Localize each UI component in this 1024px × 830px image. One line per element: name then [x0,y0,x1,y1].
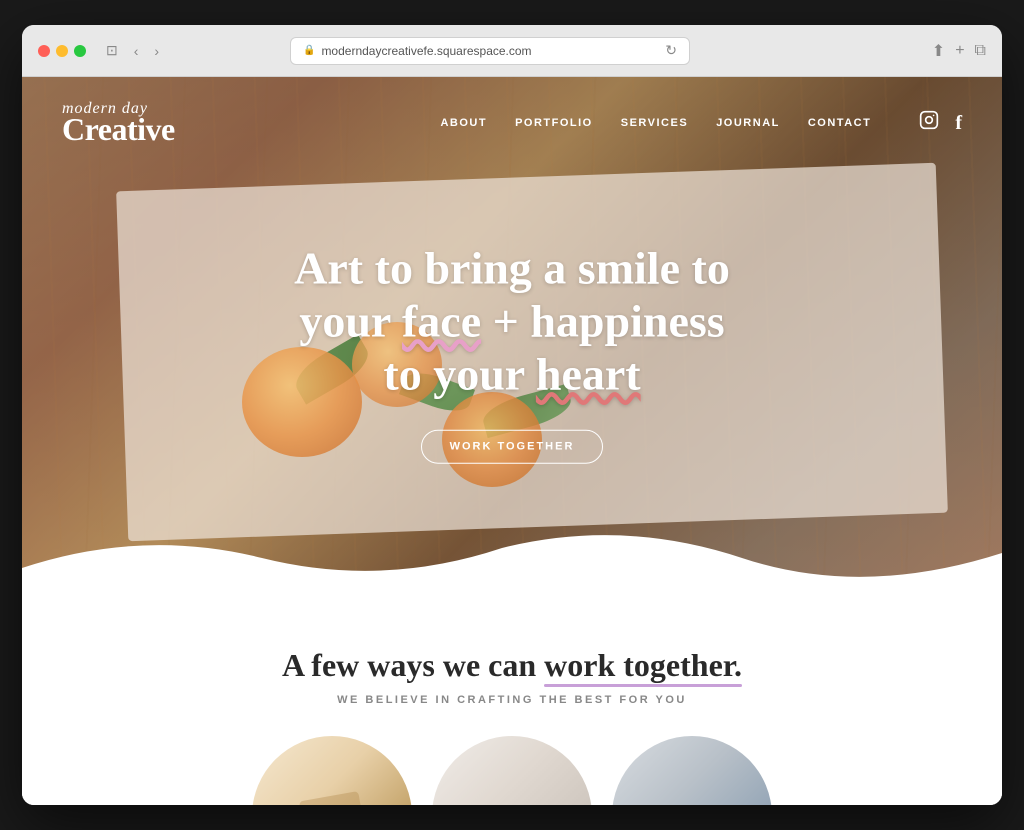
nav-social-links: f [919,110,962,136]
service-card-3[interactable] [612,736,772,805]
cta-button[interactable]: WORK TOGETHER [421,429,604,463]
back-button[interactable]: ‹ [130,40,143,61]
section-subtitle: WE BELIEVE IN CRAFTING THE BEST FOR YOU [62,694,962,706]
nav-item-portfolio[interactable]: PORTFOLIO [515,117,593,129]
browser-chrome: ⊡ ‹ › 🔒 moderndaycreativefe.squarespace.… [22,25,1002,77]
service-card-2[interactable] [432,736,592,805]
headline-heart: heart [536,348,641,399]
site-logo[interactable]: modern day Creative [62,101,175,145]
minimize-button[interactable] [56,45,68,57]
nav-item-journal[interactable]: JOURNAL [716,117,780,129]
forward-button[interactable]: › [150,40,163,61]
lock-icon: 🔒 [303,45,315,56]
site-navigation: modern day Creative ABOUT PORTFOLIO SERV… [22,77,1002,169]
facebook-icon[interactable]: f [955,112,962,135]
below-fold-section: A few ways we can work together. WE BELI… [22,607,1002,805]
service-card-1[interactable] [252,736,412,805]
headline-line2: your face + happiness [299,296,724,347]
hero-section: modern day Creative ABOUT PORTFOLIO SERV… [22,77,1002,607]
instagram-icon[interactable] [919,110,939,136]
section-title: A few ways we can work together. [62,647,962,684]
headline-face: face [402,296,481,347]
logo-main-text: Creative [62,113,175,145]
browser-actions: ⬆ + ⧉ [932,41,986,61]
traffic-lights [38,45,86,57]
wave-transition [22,528,1002,607]
browser-controls: ⊡ ‹ › [102,40,163,61]
headline-line3: to your heart [383,348,640,399]
cards-row [62,736,962,805]
maximize-button[interactable] [74,45,86,57]
hero-content: Art to bring a smile to your face + happ… [212,243,812,464]
hero-headline: Art to bring a smile to your face + happ… [212,243,812,402]
address-bar[interactable]: 🔒 moderndaycreativefe.squarespace.com ↻ [290,37,690,65]
nav-item-about[interactable]: ABOUT [440,117,487,129]
tabs-button[interactable]: ⧉ [975,41,986,61]
headline-line1: Art to bring a smile to [294,243,730,294]
reload-button[interactable]: ↻ [665,42,677,59]
browser-window: ⊡ ‹ › 🔒 moderndaycreativefe.squarespace.… [22,25,1002,805]
new-tab-button[interactable]: + [955,41,964,61]
nav-item-contact[interactable]: CONTACT [808,117,871,129]
nav-links: ABOUT PORTFOLIO SERVICES JOURNAL CONTACT [440,110,962,136]
section-title-highlight: work together. [544,647,742,684]
website-content: modern day Creative ABOUT PORTFOLIO SERV… [22,77,1002,805]
nav-item-services[interactable]: SERVICES [621,117,688,129]
url-text: moderndaycreativefe.squarespace.com [321,44,531,58]
share-button[interactable]: ⬆ [932,41,945,61]
windows-icon[interactable]: ⊡ [102,40,122,61]
close-button[interactable] [38,45,50,57]
